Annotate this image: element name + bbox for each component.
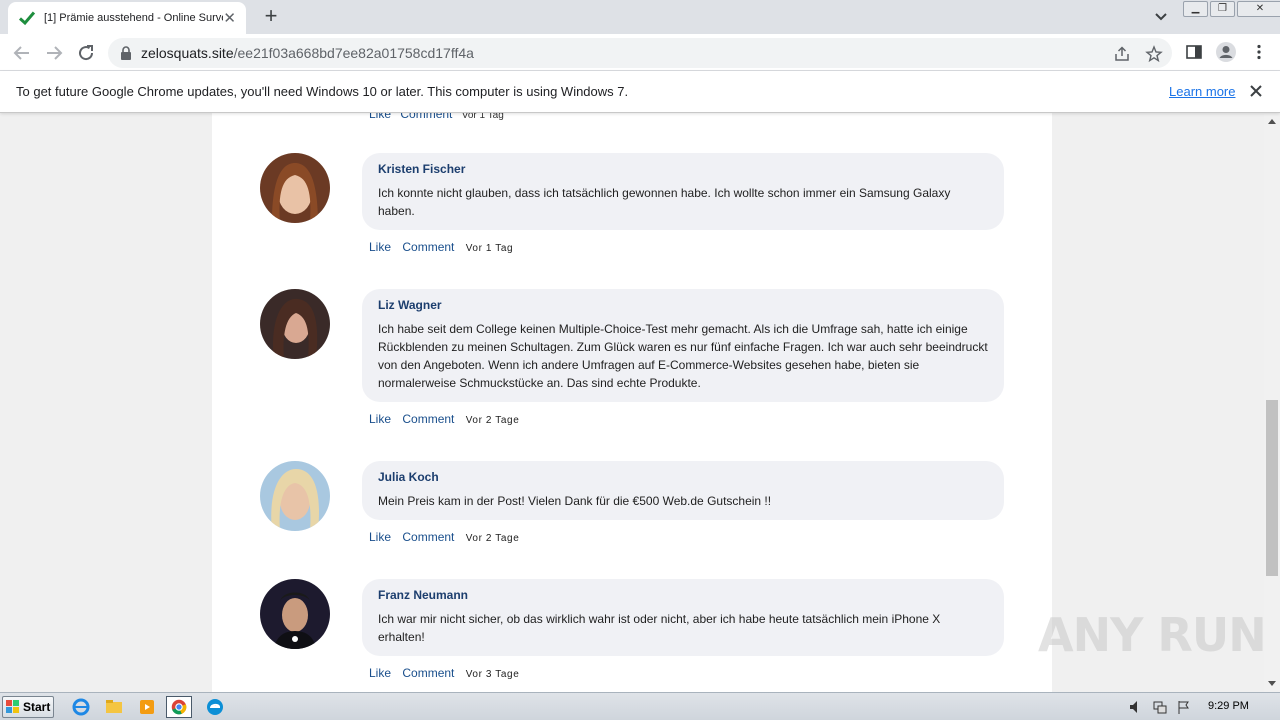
tab-close-icon[interactable]: ✕: [223, 11, 236, 26]
comment-bubble: Kristen Fischer Ich konnte nicht glauben…: [362, 153, 1004, 230]
comment-actions: Like Comment Vor 3 Tage: [369, 666, 519, 680]
comment-time: Vor 2 Tage: [465, 533, 520, 544]
comment-text: Ich konnte nicht glauben, dass ich tatsä…: [378, 186, 951, 218]
share-icon[interactable]: [1113, 45, 1131, 63]
page-scrollbar[interactable]: [1264, 113, 1280, 692]
file-explorer-icon[interactable]: [101, 696, 127, 718]
comment-bubble: Julia Koch Mein Preis kam in der Post! V…: [362, 461, 1004, 520]
system-tray: 9:29 PM: [1122, 696, 1280, 718]
comment-time: Vor 1 Tag: [461, 113, 504, 121]
avatar: [260, 153, 330, 223]
page-viewport: Like Comment Vor 1 Tag Kristen Fischer I…: [0, 113, 1264, 692]
profile-avatar-icon[interactable]: [1215, 41, 1237, 63]
lock-icon[interactable]: [120, 46, 132, 60]
avatar: [260, 289, 330, 359]
comment-actions: Like Comment Vor 1 Tag: [369, 240, 513, 254]
action-center-flag-icon[interactable]: [1176, 699, 1192, 715]
commenter-name[interactable]: Liz Wagner: [378, 298, 988, 312]
anyrun-watermark: ANY RUN: [1038, 608, 1267, 662]
comment-link[interactable]: Comment: [402, 530, 454, 544]
scrollbar-thumb[interactable]: [1266, 400, 1278, 576]
network-icon[interactable]: [1152, 699, 1168, 715]
avatar: [260, 579, 330, 649]
comment-link[interactable]: Comment: [402, 666, 454, 680]
clock[interactable]: 9:29 PM: [1208, 700, 1249, 712]
commenter-name[interactable]: Kristen Fischer: [378, 162, 988, 176]
comment-bubble: Franz Neumann Ich war mir nicht sicher, …: [362, 579, 1004, 656]
media-player-icon[interactable]: [134, 696, 160, 718]
commenter-name[interactable]: Julia Koch: [378, 470, 988, 484]
comment-text: Ich habe seit dem College keinen Multipl…: [378, 322, 988, 390]
tab-search-chevron-icon[interactable]: [1151, 8, 1171, 26]
like-link[interactable]: Like: [369, 530, 391, 544]
bookmark-star-icon[interactable]: [1145, 45, 1163, 63]
back-arrow-icon[interactable]: [10, 41, 34, 65]
comment-text: Mein Preis kam in der Post! Vielen Dank …: [378, 494, 772, 508]
scroll-up-arrow-icon[interactable]: [1268, 119, 1276, 124]
chrome-icon[interactable]: [166, 696, 192, 718]
checkmark-icon: [18, 11, 36, 26]
internet-explorer-icon[interactable]: [68, 696, 94, 718]
comment-text: Ich war mir nicht sicher, ob das wirklic…: [378, 612, 941, 644]
minimize-button[interactable]: ▁: [1183, 1, 1208, 17]
comment-time: Vor 1 Tag: [465, 243, 514, 254]
comment-link[interactable]: Comment: [400, 113, 452, 121]
like-link[interactable]: Like: [369, 412, 391, 426]
browser-toolbar: zelosquats.site/ee21f03a668bd7ee82a01758…: [0, 34, 1280, 71]
window-close-button[interactable]: ✕: [1237, 1, 1280, 17]
new-tab-button[interactable]: +: [260, 4, 282, 28]
windows-logo-icon: [6, 700, 19, 713]
url-text[interactable]: zelosquats.site/ee21f03a668bd7ee82a01758…: [141, 45, 474, 61]
avatar: [260, 461, 330, 531]
partial-comment-actions: Like Comment Vor 1 Tag: [369, 113, 510, 121]
comment-actions: Like Comment Vor 2 Tage: [369, 412, 519, 426]
restore-button[interactable]: ❐: [1210, 1, 1235, 17]
start-button[interactable]: Start: [2, 696, 54, 718]
comment-bubble: Liz Wagner Ich habe seit dem College kei…: [362, 289, 1004, 402]
commenter-name[interactable]: Franz Neumann: [378, 588, 988, 602]
volume-icon[interactable]: [1128, 699, 1144, 715]
tab-title: [1] Prämie ausstehend - Online Survey: [43, 12, 224, 24]
browser-tab[interactable]: [1] Prämie ausstehend - Online Survey ✕: [8, 2, 246, 34]
scroll-down-arrow-icon[interactable]: [1268, 681, 1276, 686]
comment-link[interactable]: Comment: [402, 240, 454, 254]
url-host: zelosquats.site: [141, 45, 234, 61]
side-panel-icon[interactable]: [1185, 43, 1203, 61]
comment-time: Vor 2 Tage: [465, 415, 520, 426]
learn-more-link[interactable]: Learn more: [1169, 84, 1235, 99]
comment-actions: Like Comment Vor 2 Tage: [369, 530, 519, 544]
reload-icon[interactable]: [74, 41, 98, 65]
infobar-close-icon[interactable]: [1248, 83, 1264, 99]
tab-strip: [1] Prämie ausstehend - Online Survey ✕ …: [0, 0, 1280, 34]
edge-icon[interactable]: [202, 696, 228, 718]
url-path: /ee21f03a668bd7ee82a01758cd17ff4a: [233, 45, 474, 61]
like-link[interactable]: Like: [369, 666, 391, 680]
like-link[interactable]: Like: [369, 240, 391, 254]
comments-section: Like Comment Vor 1 Tag Kristen Fischer I…: [212, 113, 1052, 692]
infobar-message: To get future Google Chrome updates, you…: [16, 84, 629, 99]
start-label: Start: [23, 700, 51, 714]
windows-taskbar: Start 9:29 PM: [0, 692, 1280, 720]
comment-time: Vor 3 Tage: [465, 669, 520, 680]
like-link[interactable]: Like: [369, 113, 391, 121]
more-menu-icon[interactable]: [1250, 43, 1268, 61]
address-bar[interactable]: zelosquats.site/ee21f03a668bd7ee82a01758…: [108, 38, 1172, 68]
forward-arrow-icon[interactable]: [42, 41, 66, 65]
update-infobar: To get future Google Chrome updates, you…: [0, 71, 1280, 113]
comment-link[interactable]: Comment: [402, 412, 454, 426]
